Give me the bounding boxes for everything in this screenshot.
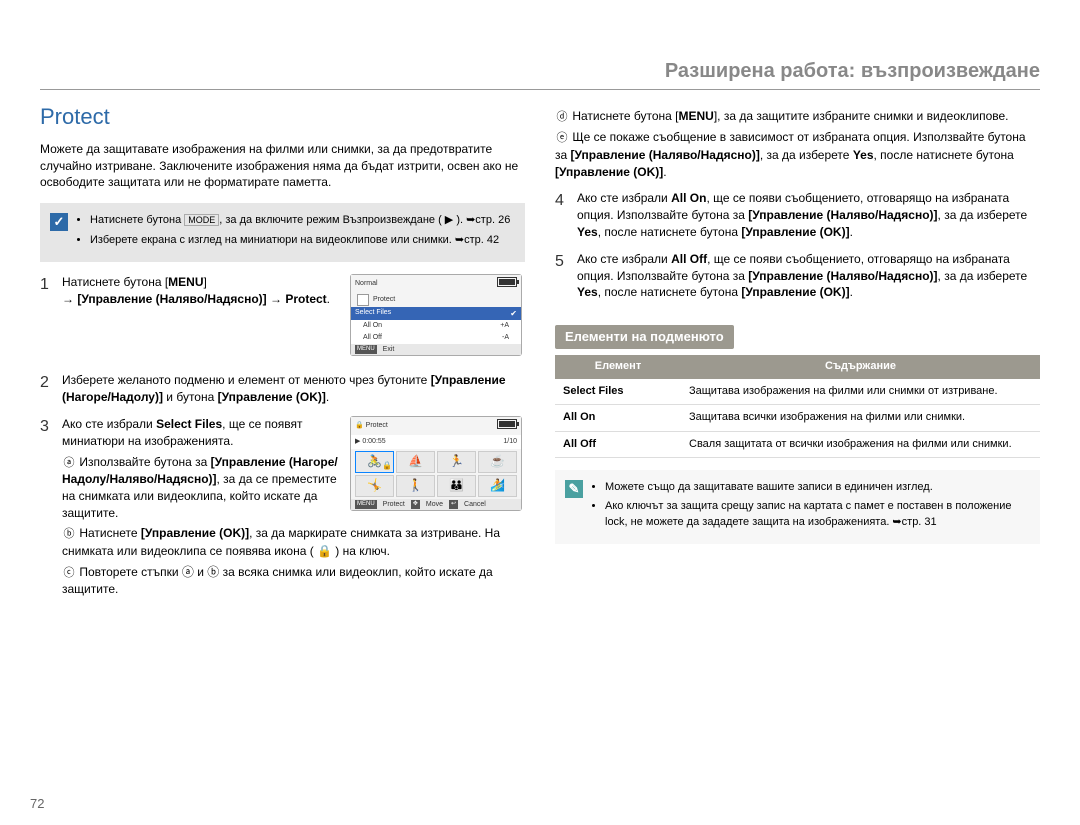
- step-1: 1 Normal Protect Select Files✔ All On+A …: [40, 274, 525, 362]
- thumb-5: 🤸: [355, 475, 394, 497]
- section-title: Protect: [40, 102, 525, 133]
- step-3e: ⓔ Ще се покаже съобщение в зависимост от…: [555, 129, 1040, 180]
- step-3b: ⓑ Натиснете [Управление (OK)], за да мар…: [62, 525, 525, 559]
- info-box-2: ✎ Можете също да защитавате вашите запис…: [555, 470, 1040, 544]
- mode-keycap: MODE: [184, 214, 219, 226]
- move-chip: ✥: [411, 500, 420, 510]
- table-row: All OnЗащитава всички изображения на фил…: [555, 405, 1040, 431]
- table-row: Select FilesЗащитава изображения на филм…: [555, 379, 1040, 405]
- submenu-heading: Елементи на подменюто: [555, 325, 734, 349]
- thumb-2: ⛵: [396, 451, 435, 473]
- table-row: All OffСваля защитата от всички изображе…: [555, 431, 1040, 457]
- thumb-7: 👪: [437, 475, 476, 497]
- lcd-thumbnails: 🔒 Protect ▶ 0:00:551/10 🚴 ⛵ 🏃 ☕ 🤸 🚶: [350, 416, 522, 511]
- thumb-8: 🏄: [478, 475, 517, 497]
- lcd-menu-protect: Normal Protect Select Files✔ All On+A Al…: [350, 274, 522, 356]
- select-icon: ✔: [510, 308, 517, 319]
- menu-row-icon: [357, 294, 369, 306]
- info1-item-thumb: Изберете екрана с изглед на миниатюри на…: [90, 233, 510, 248]
- step-2: 2 Изберете желаното подменю и елемент от…: [40, 372, 525, 406]
- thumb-1: 🚴: [355, 451, 394, 473]
- thumb-6: 🚶: [396, 475, 435, 497]
- info-box-1: ✓ Натиснете бутона MODE, за да включите …: [40, 203, 525, 262]
- step-5: 5 Ако сте избрали All Off, ще се появи с…: [555, 251, 1040, 301]
- left-column: Protect Можете да защитавате изображения…: [40, 102, 525, 612]
- battery-icon: [497, 277, 517, 287]
- chapter-title: Разширена работа: възпроизвеждане: [40, 60, 1040, 90]
- thumb-3: 🏃: [437, 451, 476, 473]
- page-number: 72: [30, 796, 44, 811]
- note-icon: ✎: [565, 480, 583, 498]
- submenu-table: ЕлементСъдържание Select FilesЗащитава и…: [555, 355, 1040, 458]
- step-3: 3 🔒 Protect ▶ 0:00:551/10 🚴 ⛵ 🏃: [40, 416, 525, 602]
- thumb-4: ☕: [478, 451, 517, 473]
- info1-item-mode: Натиснете бутона MODE, за да включите ре…: [90, 213, 510, 228]
- info2-item: Ако ключът за защита срещу запис на карт…: [605, 499, 1030, 530]
- menu-chip: MENU: [355, 345, 377, 355]
- step-4: 4 Ако сте избрали All On, ще се появи съ…: [555, 190, 1040, 240]
- cancel-chip: ↩: [449, 500, 458, 510]
- check-icon: ✓: [50, 213, 68, 231]
- step-3d: ⓓ Натиснете бутона [MENU], за да защитит…: [555, 108, 1040, 125]
- battery-icon: [497, 419, 517, 429]
- right-column: ⓓ Натиснете бутона [MENU], за да защитит…: [555, 102, 1040, 612]
- step-3c: ⓒ Повторете стъпки ⓐ и ⓑ за всяка снимка…: [62, 564, 525, 598]
- info2-item: Можете също да защитавате вашите записи …: [605, 480, 1030, 495]
- intro-paragraph: Можете да защитавате изображения на филм…: [40, 141, 525, 191]
